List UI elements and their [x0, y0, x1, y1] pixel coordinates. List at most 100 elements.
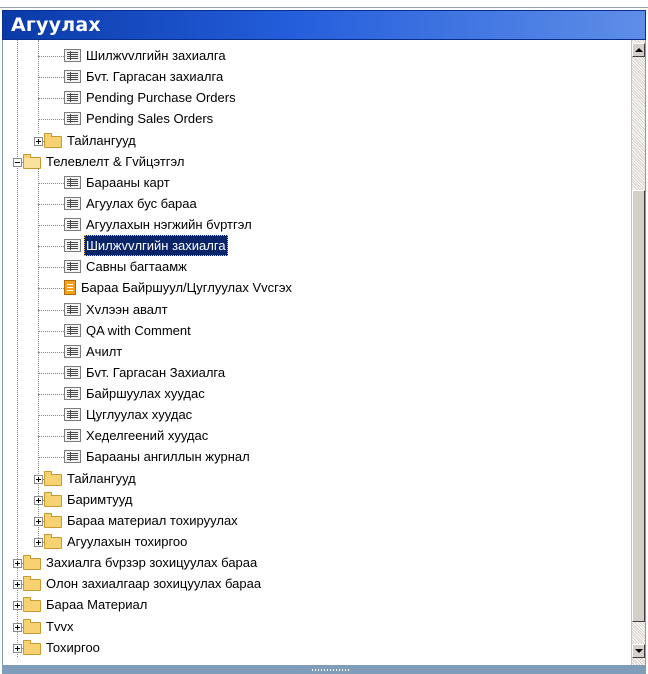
scroll-down-button[interactable] — [632, 644, 645, 658]
scroll-up-button[interactable] — [632, 43, 645, 57]
form-icon — [64, 49, 81, 62]
tree-item-label: Тайлангууд — [67, 471, 136, 486]
tree-connector — [38, 394, 64, 395]
tree-item-label: Pending Sales Orders — [86, 111, 214, 126]
expand-icon[interactable] — [34, 475, 43, 484]
tree-item[interactable]: Хvлээн авалт — [3, 299, 633, 320]
vertical-scrollbar[interactable] — [631, 40, 645, 665]
folder-open-icon — [23, 154, 41, 169]
folder-icon — [44, 513, 62, 528]
tree-item[interactable]: Бvт. Гаргасан захиалга — [3, 66, 633, 87]
expand-icon[interactable] — [34, 517, 43, 526]
form-icon — [64, 176, 81, 189]
tree-item-label: Агуулахын нэгжийн бvртгэл — [86, 217, 252, 232]
tree-item[interactable]: Pending Purchase Orders — [3, 87, 633, 108]
tree-item[interactable]: Шилжvvлгийн захиалга — [3, 235, 633, 256]
tree-item[interactable]: Pending Sales Orders — [3, 108, 633, 129]
tree-connector — [38, 204, 64, 205]
tree-item[interactable]: Агуулах бус бараа — [3, 193, 633, 214]
tree-item[interactable]: Тайлангууд — [3, 130, 633, 151]
expand-icon[interactable] — [13, 580, 22, 589]
tree-connector — [38, 267, 64, 268]
folder-icon — [44, 133, 62, 148]
form-icon — [64, 303, 81, 316]
tree-item[interactable]: Шилжvvлгийн захиалга — [3, 45, 633, 66]
tree-connector — [38, 119, 64, 120]
expand-icon[interactable] — [34, 137, 43, 146]
form-icon — [64, 260, 81, 273]
tree-connector — [38, 436, 64, 437]
tree-item-label: Барааны ангиллын журнал — [86, 449, 250, 464]
folder-icon — [23, 555, 41, 570]
tree-item[interactable]: Цуглуулах хуудас — [3, 404, 633, 425]
tree-item-label: Бараа Байршуул/Цуглуулах Vvсгэх — [81, 280, 292, 295]
scrollbar-thumb[interactable] — [632, 190, 645, 622]
form-icon — [64, 218, 81, 231]
folder-icon — [23, 576, 41, 591]
tree-item[interactable]: Барааны ангиллын журнал — [3, 446, 633, 467]
tree-item[interactable]: Бараа Материал — [3, 594, 633, 615]
tree-item-label: QA with Comment — [86, 323, 191, 338]
form-icon — [64, 112, 81, 125]
expand-icon[interactable] — [13, 623, 22, 632]
folder-icon — [23, 619, 41, 634]
expand-icon[interactable] — [13, 559, 22, 568]
tree-item[interactable]: Агуулахын тохиргоо — [3, 531, 633, 552]
tree-item[interactable]: Тvvх — [3, 616, 633, 637]
navigation-pane: Шилжvvлгийн захиалга Бvт. Гаргасан захиал… — [2, 40, 646, 666]
tree-item-label: Pending Purchase Orders — [86, 90, 236, 105]
tree-item[interactable]: Телевлелт & Гvйцэтгэл — [3, 151, 633, 172]
tree-item-label: Барааны карт — [86, 175, 170, 190]
tree-item[interactable]: Захиалга бvрзэр зохицуулах бараа — [3, 552, 633, 573]
top-strip — [0, 0, 648, 8]
arrow-down-icon — [635, 649, 643, 653]
tree-item-label: Хvлээн авалт — [86, 302, 168, 317]
tree-item[interactable]: Хеделгеений хуудас — [3, 425, 633, 446]
tree-item-label: Тайлангууд — [67, 133, 136, 148]
tree-item-label: Цуглуулах хуудас — [86, 407, 193, 422]
tree-item[interactable]: QA with Comment — [3, 320, 633, 341]
tree-item[interactable]: Олон захиалгаар зохицуулах бараа — [3, 573, 633, 594]
tree-item-label: Захиалга бvрзэр зохицуулах бараа — [46, 555, 258, 570]
tree-connector — [38, 457, 64, 458]
tree-item[interactable]: Бараа материал тохируулах — [3, 510, 633, 531]
tree-item-label: Хеделгеений хуудас — [86, 428, 209, 443]
tree-connector — [38, 225, 64, 226]
folder-icon — [44, 492, 62, 507]
form-icon — [64, 429, 81, 442]
tree-item-label: Агуулахын тохиргоо — [67, 534, 188, 549]
bottom-splitter[interactable] — [2, 666, 646, 674]
tree-item-label: Шилжvvлгийн захиалга — [86, 48, 226, 63]
arrow-up-icon — [635, 48, 643, 52]
tree-item[interactable]: Савны багтаамж — [3, 256, 633, 277]
tree-item[interactable]: Бараа Байршуул/Цуглуулах Vvсгэх — [3, 277, 633, 298]
tree-item-label: Бvт. Гаргасан захиалга — [86, 69, 224, 84]
expand-icon[interactable] — [34, 538, 43, 547]
tree-connector — [38, 288, 64, 289]
tree-item[interactable]: Баримтууд — [3, 489, 633, 510]
tree-item[interactable]: Тайлангууд — [3, 468, 633, 489]
form-icon — [64, 239, 81, 252]
tree-item-label: Телевлелт & Гvйцэтгэл — [46, 154, 185, 169]
tree-item[interactable]: Бvт. Гаргасан Захиалга — [3, 362, 633, 383]
expand-icon[interactable] — [13, 601, 22, 610]
tree-connector — [38, 183, 64, 184]
folder-icon — [23, 597, 41, 612]
tree-connector — [38, 415, 64, 416]
folder-icon — [44, 534, 62, 549]
tree-item-label: Ачилт — [86, 344, 123, 359]
form-icon — [64, 408, 81, 421]
tree-connector — [38, 77, 64, 78]
expand-icon[interactable] — [34, 496, 43, 505]
tree-item[interactable]: Барааны карт — [3, 172, 633, 193]
tree-item[interactable]: Агуулахын нэгжийн бvртгэл — [3, 214, 633, 235]
tree-item[interactable]: Байршуулах хуудас — [3, 383, 633, 404]
navigation-tree: Шилжvvлгийн захиалга Бvт. Гаргасан захиал… — [3, 40, 633, 665]
tree-item-label: Тохиргоо — [46, 640, 100, 655]
tree-item-label: Бvт. Гаргасан Захиалга — [86, 365, 226, 380]
tree-item-label: Бараа Материал — [46, 597, 148, 612]
expand-icon[interactable] — [13, 644, 22, 653]
collapse-icon[interactable] — [13, 158, 22, 167]
tree-item[interactable]: Тохиргоо — [3, 637, 633, 658]
tree-item[interactable]: Ачилт — [3, 341, 633, 362]
